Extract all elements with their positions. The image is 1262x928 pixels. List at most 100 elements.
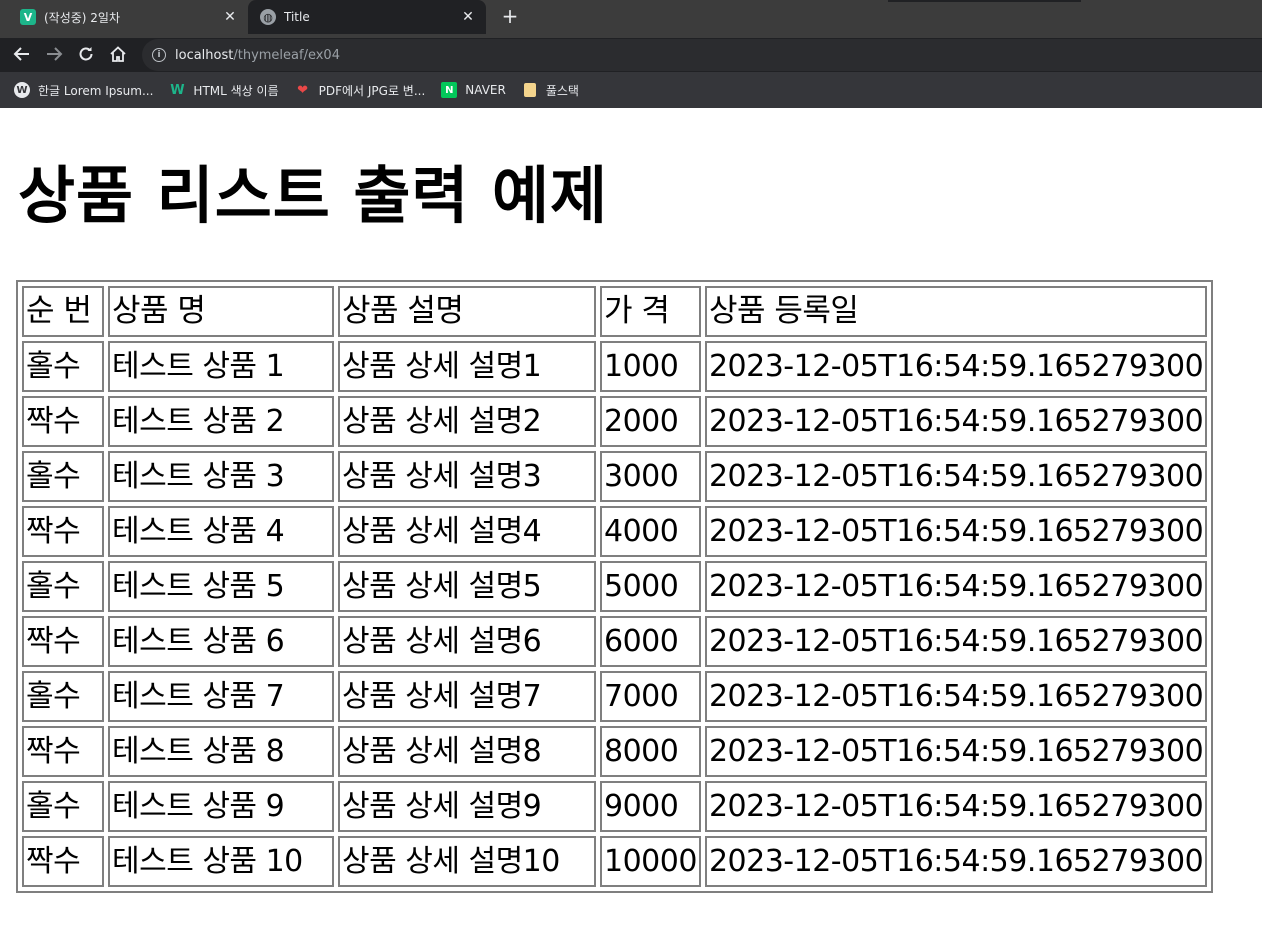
cell-description: 상품 상세 설명2 bbox=[338, 396, 596, 447]
home-icon bbox=[110, 46, 126, 62]
cell-description: 상품 상세 설명4 bbox=[338, 506, 596, 557]
cell-product-name: 테스트 상품 4 bbox=[108, 506, 334, 557]
cell-description: 상품 상세 설명3 bbox=[338, 451, 596, 502]
table-row: 짝수 테스트 상품 2 상품 상세 설명2 2000 2023-12-05T16:54:… bbox=[22, 396, 1208, 447]
cell-product-name: 테스트 상품 7 bbox=[108, 671, 334, 722]
reload-button[interactable] bbox=[74, 42, 98, 66]
bookmark-html-colors[interactable]: W HTML 색상 이름 bbox=[169, 76, 278, 104]
cell-registered-date: 2023-12-05T16:54:59.165279300 bbox=[704, 726, 1208, 777]
cell-description: 상품 상세 설명10 bbox=[338, 836, 596, 887]
header-description: 상품 설명 bbox=[338, 286, 596, 337]
cell-price: 4000 bbox=[600, 506, 701, 557]
cell-registered-date: 2023-12-05T16:54:59.165279300 bbox=[704, 671, 1208, 722]
tab-draft-day2[interactable]: V (작성중) 2일차 ✕ bbox=[8, 0, 248, 34]
cell-price: 7000 bbox=[600, 671, 701, 722]
cell-product-name: 테스트 상품 8 bbox=[108, 726, 334, 777]
cell-registered-date: 2023-12-05T16:54:59.165279300 bbox=[704, 561, 1208, 612]
cell-registered-date: 2023-12-05T16:54:59.165279300 bbox=[704, 836, 1208, 887]
cell-product-name: 테스트 상품 1 bbox=[108, 341, 334, 392]
header-registered-date: 상품 등록일 bbox=[704, 286, 1208, 337]
page-title: 상품 리스트 출력 예제 bbox=[18, 159, 609, 232]
url-text: localhost/thymeleaf/ex04 bbox=[175, 47, 340, 63]
cell-description: 상품 상세 설명1 bbox=[338, 341, 596, 392]
address-bar[interactable]: i localhost/thymeleaf/ex04 bbox=[142, 39, 1262, 71]
cell-description: 상품 상세 설명7 bbox=[338, 671, 596, 722]
cell-registered-date: 2023-12-05T16:54:59.165279300 bbox=[704, 506, 1208, 557]
cell-parity: 홀수 bbox=[22, 671, 104, 722]
table-row: 홀수 테스트 상품 1 상품 상세 설명1 1000 2023-12-05T16:54:… bbox=[22, 341, 1208, 392]
cell-description: 상품 상세 설명8 bbox=[338, 726, 596, 777]
cell-price: 10000 bbox=[600, 836, 701, 887]
header-product-name: 상품 명 bbox=[108, 286, 334, 337]
bookmarks-bar: W 한글 Lorem Ipsum... W HTML 색상 이름 ❤ PDF에서… bbox=[0, 72, 1262, 108]
tab-strip-accent bbox=[888, 0, 1081, 2]
close-icon[interactable]: ✕ bbox=[220, 9, 240, 25]
table-row: 짝수 테스트 상품 10 상품 상세 설명10 10000 2023-12-05T16:… bbox=[22, 836, 1208, 887]
tab-title: Title bbox=[284, 10, 310, 24]
naver-icon: N bbox=[441, 82, 458, 98]
tab-strip: V (작성중) 2일차 ✕ ◍ Title ✕ + bbox=[0, 0, 1262, 38]
v-logo-icon: V bbox=[20, 9, 36, 25]
info-icon[interactable]: i bbox=[152, 48, 166, 62]
cell-product-name: 테스트 상품 3 bbox=[108, 451, 334, 502]
cell-registered-date: 2023-12-05T16:54:59.165279300 bbox=[704, 781, 1208, 832]
table-row: 홀수 테스트 상품 7 상품 상세 설명7 7000 2023-12-05T16:54:… bbox=[22, 671, 1208, 722]
arrow-right-icon bbox=[47, 47, 63, 61]
cell-product-name: 테스트 상품 5 bbox=[108, 561, 334, 612]
table-row: 홀수 테스트 상품 3 상품 상세 설명3 3000 2023-12-05T16:54:… bbox=[22, 451, 1208, 502]
cell-registered-date: 2023-12-05T16:54:59.165279300 bbox=[704, 616, 1208, 667]
table-header-row: 순 번 상품 명 상품 설명 가 격 상품 등록일 bbox=[22, 286, 1208, 337]
table-row: 홀수 테스트 상품 5 상품 상세 설명5 5000 2023-12-05T16:54:… bbox=[22, 561, 1208, 612]
tab-title: (작성중) 2일차 bbox=[44, 10, 121, 25]
cell-registered-date: 2023-12-05T16:54:59.165279300 bbox=[704, 396, 1208, 447]
cell-registered-date: 2023-12-05T16:54:59.165279300 bbox=[704, 341, 1208, 392]
cell-price: 3000 bbox=[600, 451, 701, 502]
cell-price: 9000 bbox=[600, 781, 701, 832]
bookmark-pdf-to-jpg[interactable]: ❤ PDF에서 JPG로 변... bbox=[295, 76, 425, 104]
back-button[interactable] bbox=[10, 42, 34, 66]
product-table: 순 번 상품 명 상품 설명 가 격 상품 등록일 홀수 테스트 상품 1 상품 상… bbox=[16, 280, 1214, 893]
cell-parity: 짝수 bbox=[22, 396, 104, 447]
browser-toolbar: i localhost/thymeleaf/ex04 bbox=[0, 38, 1262, 72]
cell-parity: 짝수 bbox=[22, 506, 104, 557]
cell-product-name: 테스트 상품 10 bbox=[108, 836, 334, 887]
table-row: 짝수 테스트 상품 6 상품 상세 설명6 6000 2023-12-05T16:54:… bbox=[22, 616, 1208, 667]
tab-title-page[interactable]: ◍ Title ✕ bbox=[248, 0, 486, 34]
wordpress-icon: W bbox=[14, 82, 30, 98]
table-row: 짝수 테스트 상품 8 상품 상세 설명8 8000 2023-12-05T16:54:… bbox=[22, 726, 1208, 777]
bookmark-folder-fullstack[interactable]: 풀스택 bbox=[522, 76, 579, 104]
cell-description: 상품 상세 설명9 bbox=[338, 781, 596, 832]
cell-product-name: 테스트 상품 2 bbox=[108, 396, 334, 447]
globe-icon: ◍ bbox=[260, 9, 276, 25]
arrow-left-icon bbox=[13, 47, 29, 61]
cell-price: 2000 bbox=[600, 396, 701, 447]
home-button[interactable] bbox=[106, 42, 130, 66]
heart-icon: ❤ bbox=[297, 82, 309, 98]
reload-icon bbox=[79, 47, 93, 61]
folder-icon bbox=[523, 83, 536, 97]
cell-price: 1000 bbox=[600, 341, 701, 392]
forward-button[interactable] bbox=[42, 42, 66, 66]
w-logo-icon: W bbox=[170, 82, 185, 98]
cell-parity: 짝수 bbox=[22, 836, 104, 887]
close-icon[interactable]: ✕ bbox=[458, 9, 478, 25]
cell-parity: 홀수 bbox=[22, 341, 104, 392]
cell-description: 상품 상세 설명5 bbox=[338, 561, 596, 612]
cell-price: 8000 bbox=[600, 726, 701, 777]
new-tab-button[interactable]: + bbox=[498, 5, 522, 29]
cell-description: 상품 상세 설명6 bbox=[338, 616, 596, 667]
cell-product-name: 테스트 상품 6 bbox=[108, 616, 334, 667]
header-number: 순 번 bbox=[22, 286, 104, 337]
bookmark-lorem-ipsum[interactable]: W 한글 Lorem Ipsum... bbox=[14, 76, 153, 104]
cell-parity: 홀수 bbox=[22, 781, 104, 832]
cell-product-name: 테스트 상품 9 bbox=[108, 781, 334, 832]
cell-price: 5000 bbox=[600, 561, 701, 612]
cell-parity: 홀수 bbox=[22, 561, 104, 612]
cell-parity: 홀수 bbox=[22, 451, 104, 502]
cell-registered-date: 2023-12-05T16:54:59.165279300 bbox=[704, 451, 1208, 502]
table-row: 홀수 테스트 상품 9 상품 상세 설명9 9000 2023-12-05T16:54:… bbox=[22, 781, 1208, 832]
cell-price: 6000 bbox=[600, 616, 701, 667]
table-row: 짝수 테스트 상품 4 상품 상세 설명4 4000 2023-12-05T16:54:… bbox=[22, 506, 1208, 557]
header-price: 가 격 bbox=[600, 286, 701, 337]
bookmark-naver[interactable]: N NAVER bbox=[441, 76, 506, 104]
